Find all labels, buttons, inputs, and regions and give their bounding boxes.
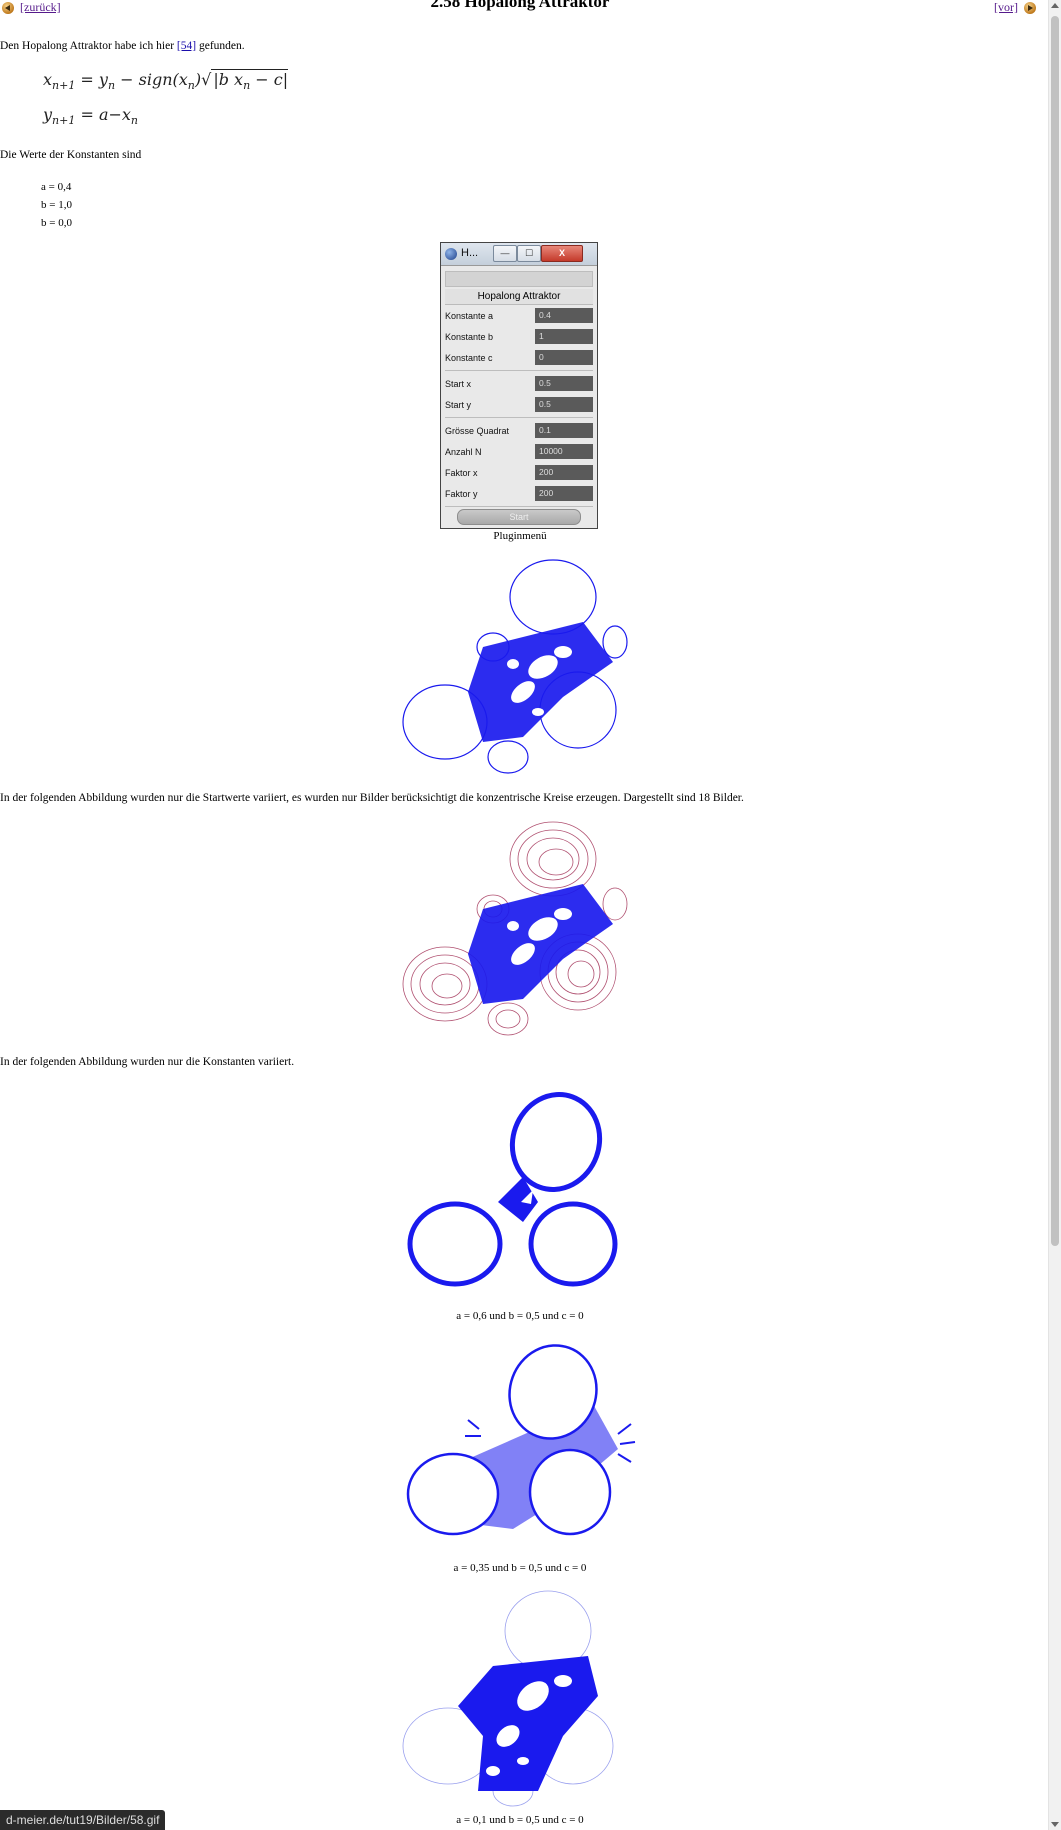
scroll-up-icon[interactable] — [1051, 3, 1059, 8]
field-row: Konstante a 0.4 — [445, 305, 593, 326]
field-input[interactable]: 1 — [535, 329, 593, 344]
attractor-image-2 — [373, 814, 671, 1042]
reference-link[interactable]: [54] — [177, 40, 196, 52]
intro-text: Den Hopalong Attraktor habe ich hier [54… — [0, 40, 245, 52]
field-input[interactable]: 200 — [535, 486, 593, 501]
attractor-svg-1 — [402, 559, 628, 774]
attractor-image-5 — [373, 1586, 671, 1811]
separator — [445, 370, 593, 371]
field-label: Grösse Quadrat — [445, 425, 510, 436]
field-row: Anzahl N 10000 — [445, 441, 593, 462]
field-input[interactable]: 0.4 — [535, 308, 593, 323]
caption-fig4: a = 0,35 und b = 0,5 und c = 0 — [453, 1562, 587, 1574]
constants-list: a = 0,4 b = 1,0 b = 0,0 — [41, 178, 72, 232]
separator — [445, 417, 593, 418]
constant-a: a = 0,4 — [41, 181, 72, 193]
caption-fig3: a = 0,6 und b = 0,5 und c = 0 — [456, 1310, 584, 1322]
intro-before: Den Hopalong Attraktor habe ich hier — [0, 40, 177, 52]
formula-x-lhs-sub: n+1 — [52, 79, 76, 93]
scroll-thumb[interactable] — [1051, 16, 1059, 1246]
field-input[interactable]: 0 — [535, 350, 593, 365]
maximize-button[interactable]: ☐ — [517, 245, 541, 262]
sqrt-symbol: √ — [201, 70, 212, 89]
formula-sqrt: |b xn − c| — [211, 69, 289, 92]
attractor-svg-4 — [406, 1344, 636, 1536]
intro-after: gefunden. — [196, 40, 245, 52]
plugin-body: Hopalong Attraktor Konstante a 0.4 Konstan… — [445, 271, 593, 525]
constants-intro: Die Werte der Konstanten sind — [0, 149, 142, 161]
formula-y-rhs: = a−x — [75, 105, 131, 124]
formula-y-rhs-sub: n — [130, 114, 138, 128]
field-label: Faktor x — [445, 467, 478, 478]
field-input[interactable]: 200 — [535, 465, 593, 480]
constants-varied-text: In der folgenden Abbildung wurden nur di… — [0, 1056, 295, 1068]
attractor-image-1 — [373, 552, 671, 780]
field-row: Start y 0.5 — [445, 394, 593, 415]
group-start: Start x 0.5 Start y 0.5 — [445, 373, 593, 415]
field-row: Grösse Quadrat 0.1 — [445, 420, 593, 441]
window-title: H... — [461, 247, 479, 259]
field-label: Anzahl N — [445, 446, 482, 457]
field-input[interactable]: 0.5 — [535, 397, 593, 412]
scroll-down-icon[interactable] — [1051, 1822, 1059, 1827]
formula-y-lhs-sub: n+1 — [52, 114, 76, 128]
field-input[interactable]: 0.5 — [535, 376, 593, 391]
field-row: Konstante b 1 — [445, 326, 593, 347]
field-input[interactable]: 10000 — [535, 444, 593, 459]
start-button[interactable]: Start — [457, 509, 581, 525]
next-link[interactable]: [vor] — [994, 0, 1018, 15]
plugin-caption: Pluginmenü — [493, 530, 547, 542]
attractor-image-4 — [373, 1334, 671, 1559]
start-values-text: In der folgenden Abbildung wurden nur di… — [0, 792, 744, 804]
formula-x-sign: − sign(x — [115, 70, 188, 89]
app-globe-icon — [445, 248, 457, 260]
field-label: Konstante b — [445, 331, 494, 342]
field-row: Konstante c 0 — [445, 347, 593, 368]
field-label: Start y — [445, 399, 472, 410]
field-label: Start x — [445, 378, 472, 389]
formula-x-lhs: x — [43, 70, 53, 89]
next-arrow-icon[interactable] — [1024, 1, 1036, 14]
close-button[interactable]: X — [541, 245, 583, 262]
formula-x-sign-sub: n — [187, 79, 195, 93]
constant-c: b = 0,0 — [41, 217, 72, 229]
field-label: Faktor y — [445, 488, 478, 499]
attractor-image-3 — [373, 1082, 671, 1307]
plugin-header-bar — [445, 271, 593, 287]
formula-y-lhs: y — [43, 105, 53, 124]
constant-b: b = 1,0 — [41, 199, 72, 211]
plugin-window: H... — ☐ X Hopalong Attraktor Konstante … — [440, 242, 598, 529]
group-constants: Konstante a 0.4 Konstante b 1 Konstante c 0 — [445, 305, 593, 368]
field-input[interactable]: 0.1 — [535, 423, 593, 438]
minimize-button[interactable]: — — [493, 245, 517, 262]
field-row: Faktor y 200 — [445, 483, 593, 504]
vertical-scrollbar[interactable] — [1048, 0, 1061, 1830]
attractor-svg-5 — [402, 1590, 614, 1807]
top-nav: [zurück] 2.58 Hopalong Attraktor [vor] — [0, 0, 1040, 16]
field-row: Faktor x 200 — [445, 462, 593, 483]
group-settings: Grösse Quadrat 0.1 Anzahl N 10000 Faktor x 20… — [445, 420, 593, 504]
attractor-svg-3 — [407, 1092, 618, 1287]
field-row: Start x 0.5 — [445, 373, 593, 394]
field-label: Konstante c — [445, 352, 493, 363]
attractor-svg-2 — [402, 821, 628, 1036]
formula-x-mid: = y — [75, 70, 108, 89]
formula-y: yn+1 = a−xn — [43, 105, 138, 127]
window-titlebar: H... — ☐ X — [441, 243, 597, 266]
formula-x-mid-sub: n — [107, 79, 116, 93]
nav-right: [vor] — [994, 0, 1036, 15]
sqrt-body: |b x — [213, 70, 244, 89]
plugin-panel-title: Hopalong Attraktor — [445, 289, 593, 305]
page-title: 2.58 Hopalong Attraktor — [430, 0, 610, 11]
separator — [445, 506, 593, 507]
formula-x: xn+1 = yn − sign(xn)√ |b xn − c| — [43, 69, 289, 93]
field-label: Konstante a — [445, 310, 494, 321]
status-bar-url: d-meier.de/tut19/Bilder/58.gif — [0, 1810, 166, 1830]
sqrt-tail: − c| — [250, 70, 289, 89]
